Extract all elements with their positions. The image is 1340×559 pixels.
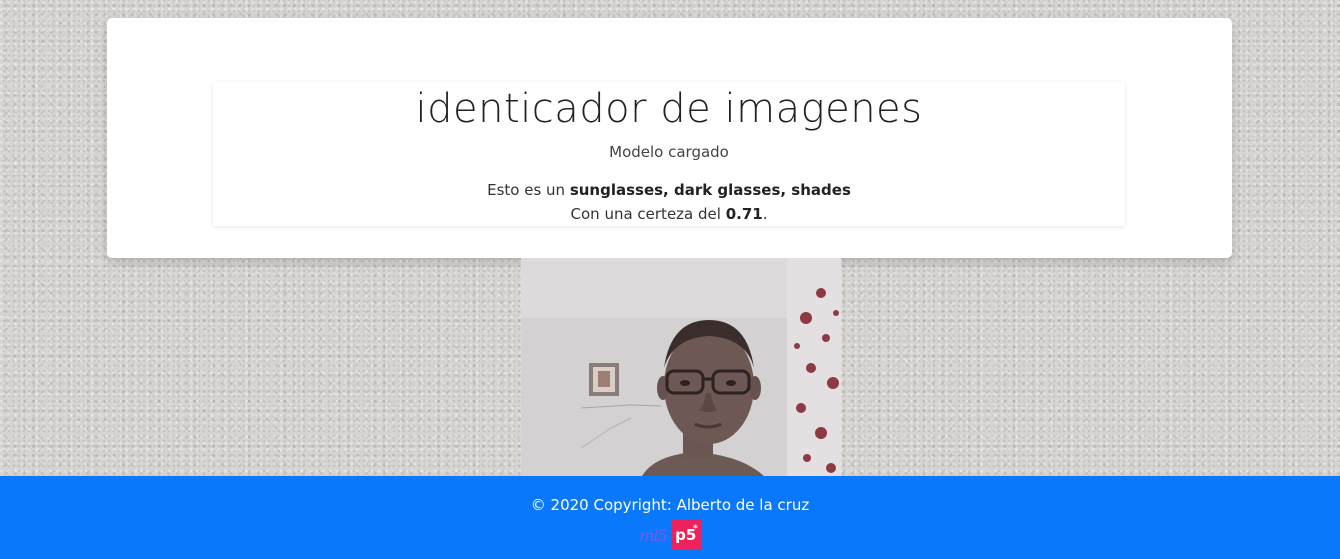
result-prefix: Esto es un: [487, 181, 570, 199]
webcam-video: [521, 258, 841, 478]
p5-logo[interactable]: p5 *: [670, 520, 701, 550]
certainty-prefix: Con una certeza del: [570, 205, 726, 223]
ml5-logo[interactable]: ml5: [639, 526, 667, 545]
result-label-line: Esto es un sunglasses, dark glasses, sha…: [213, 178, 1125, 202]
page-title: identicador de imagenes: [415, 86, 923, 132]
webcam-frame-icon: [521, 258, 841, 478]
certainty-suffix: .: [762, 205, 768, 223]
main-card: identicador de imagenes Modelo cargado E…: [107, 18, 1232, 258]
classifier-panel: identicador de imagenes Modelo cargado E…: [213, 82, 1125, 226]
model-status: Modelo cargado: [609, 143, 729, 161]
p5-logo-mark: *: [693, 524, 698, 534]
footer: © 2020 Copyright: Alberto de la cruz ml5…: [0, 476, 1340, 559]
certainty-value: 0.71: [725, 205, 763, 223]
result-label: sunglasses, dark glasses, shades: [569, 181, 851, 199]
footer-copyright: © 2020 Copyright: Alberto de la cruz: [530, 496, 810, 514]
footer-logos: ml5 p5 *: [0, 520, 1340, 550]
certainty-line: Con una certeza del 0.71.: [213, 202, 1125, 226]
